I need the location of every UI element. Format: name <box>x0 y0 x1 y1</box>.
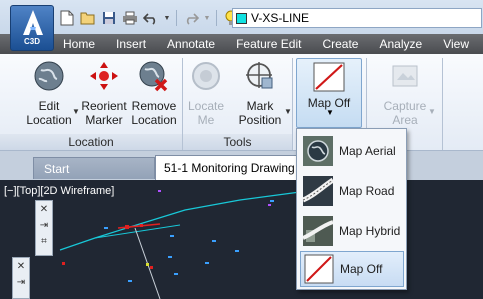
remove-globe-icon <box>139 61 168 92</box>
open-icon[interactable] <box>79 9 97 27</box>
tab-annotate[interactable]: Annotate <box>167 37 215 51</box>
location-panel-title: Location <box>0 134 182 150</box>
tools-panel-title: Tools <box>183 134 292 150</box>
edit-location-label-2: Location <box>26 113 72 127</box>
ribbon-tabs: Home Insert Annotate Feature Edit Create… <box>0 34 483 54</box>
save-icon[interactable] <box>100 9 118 27</box>
redo-dropdown-icon[interactable]: ▼ <box>203 9 211 27</box>
tab-start[interactable]: Start <box>33 157 155 179</box>
tab-insert[interactable]: Insert <box>116 37 146 51</box>
layer-name: V-XS-LINE <box>251 11 310 25</box>
locate-me-button[interactable]: Locate Me <box>184 60 228 127</box>
capture-area-icon <box>392 65 418 87</box>
map-off-icon <box>304 254 334 284</box>
layer-color-swatch <box>236 12 247 24</box>
map-off-icon <box>313 62 345 92</box>
civil3d-logo-icon <box>23 10 43 35</box>
map-road-icon <box>303 176 333 206</box>
tab-feature-edit[interactable]: Feature Edit <box>236 37 301 51</box>
capture-area-label-2: Area <box>392 113 418 127</box>
toolbar-separator <box>176 10 177 26</box>
locate-me-label-1: Locate <box>187 99 225 113</box>
menu-item-map-road[interactable]: Map Road <box>300 173 404 209</box>
globe-icon <box>34 61 64 91</box>
map-road-label: Map Road <box>339 184 395 198</box>
panel-separator <box>292 58 293 150</box>
viewport-controls-label[interactable]: [−][Top][2D Wireframe] <box>4 185 114 197</box>
tab-document[interactable]: 51-1 Monitoring Drawing <box>155 155 305 180</box>
mark-position-label-1: Mark <box>246 99 274 113</box>
zoom-icon[interactable]: ⌗ <box>36 233 52 249</box>
redo-icon[interactable] <box>182 9 200 27</box>
map-aerial-label: Map Aerial <box>339 144 396 158</box>
tab-analyze[interactable]: Analyze <box>379 37 422 51</box>
reorient-marker-button[interactable]: Reorient Marker <box>80 60 128 127</box>
capture-area-dropdown-icon[interactable]: ▼ <box>428 107 436 116</box>
app-badge: C3D <box>23 37 40 46</box>
tab-create[interactable]: Create <box>322 37 358 51</box>
toolbar-separator <box>216 10 217 26</box>
pan-icon[interactable]: ⇥ <box>36 217 52 233</box>
map-off-menu-label: Map Off <box>340 262 383 276</box>
reorient-marker-label-1: Reorient <box>81 99 127 113</box>
remove-location-label-1: Remove <box>131 99 177 113</box>
close-icon[interactable]: ✕ <box>36 201 52 217</box>
undo-icon[interactable] <box>142 9 160 27</box>
survey-linework <box>59 190 301 299</box>
new-icon[interactable] <box>58 9 76 27</box>
close-icon[interactable]: ✕ <box>13 258 29 274</box>
print-icon[interactable] <box>121 9 139 27</box>
menu-item-map-off[interactable]: Map Off <box>300 251 404 287</box>
menu-item-map-aerial[interactable]: Map Aerial <box>300 133 404 169</box>
map-aerial-icon <box>303 136 333 166</box>
remove-location-button[interactable]: Remove Location <box>130 60 178 127</box>
map-off-dropdown-icon[interactable]: ▼ <box>326 108 334 117</box>
locate-me-label-2: Me <box>197 113 215 127</box>
panel-separator <box>442 58 443 150</box>
capture-area-button[interactable]: Capture Area <box>378 60 432 127</box>
remove-location-label-2: Location <box>131 113 177 127</box>
mark-position-button[interactable]: Mark Position <box>234 60 286 127</box>
map-hybrid-icon <box>303 216 333 246</box>
pan-icon[interactable]: ⇥ <box>13 274 29 290</box>
layer-selector[interactable]: V-XS-LINE <box>232 8 482 28</box>
edit-location-button[interactable]: Edit Location <box>22 60 76 127</box>
capture-area-label-1: Capture <box>383 99 427 113</box>
application-menu-button[interactable]: C3D <box>10 5 54 51</box>
locate-me-icon <box>192 62 220 90</box>
reorient-marker-label-2: Marker <box>85 113 123 127</box>
edit-location-dropdown-icon[interactable]: ▼ <box>72 107 80 116</box>
map-hybrid-label: Map Hybrid <box>339 224 401 238</box>
navigation-bar-secondary: ✕ ⇥ <box>12 257 30 299</box>
map-type-dropdown: Map Aerial Map Road Map Hybrid Map Off <box>296 128 407 290</box>
tab-home[interactable]: Home <box>63 37 95 51</box>
mark-position-dropdown-icon[interactable]: ▼ <box>284 107 292 116</box>
mark-position-icon <box>246 62 273 89</box>
undo-dropdown-icon[interactable]: ▼ <box>163 9 171 27</box>
reorient-marker-icon <box>90 62 118 90</box>
mark-position-label-2: Position <box>238 113 282 127</box>
edit-location-label-1: Edit <box>38 99 60 113</box>
menu-item-map-hybrid[interactable]: Map Hybrid <box>300 213 404 249</box>
navigation-bar: ✕ ⇥ ⌗ <box>35 200 53 256</box>
tab-view[interactable]: View <box>443 37 469 51</box>
